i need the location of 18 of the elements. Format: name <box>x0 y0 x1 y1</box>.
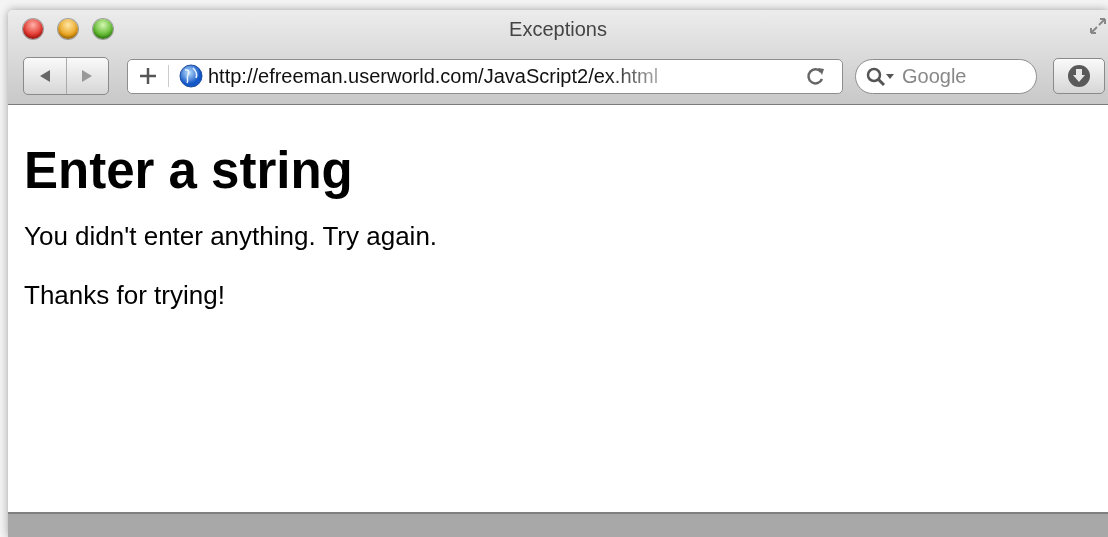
plus-icon[interactable] <box>139 67 157 85</box>
window-title: Exceptions <box>509 17 607 40</box>
left-triangle-icon <box>38 69 51 83</box>
paragraph: You didn't enter anything. Try again. <box>24 221 439 253</box>
close-button[interactable] <box>23 19 43 39</box>
downloads-button[interactable] <box>1053 58 1105 94</box>
search-field[interactable]: Google <box>855 58 1037 94</box>
reload-icon[interactable] <box>806 66 826 86</box>
fullscreen-icon[interactable] <box>1090 18 1106 34</box>
search-icon <box>866 66 896 87</box>
address-field[interactable]: http://efreeman.userworld.com/JavaScript2/ex.html <box>127 58 843 94</box>
download-icon <box>1067 64 1091 88</box>
page-heading: Enter a string <box>24 143 354 200</box>
right-triangle-icon <box>81 69 94 83</box>
globe-icon <box>179 64 203 88</box>
paragraph: Thanks for trying! <box>24 280 226 312</box>
minimize-button[interactable] <box>58 19 78 39</box>
zoom-button[interactable] <box>93 19 113 39</box>
